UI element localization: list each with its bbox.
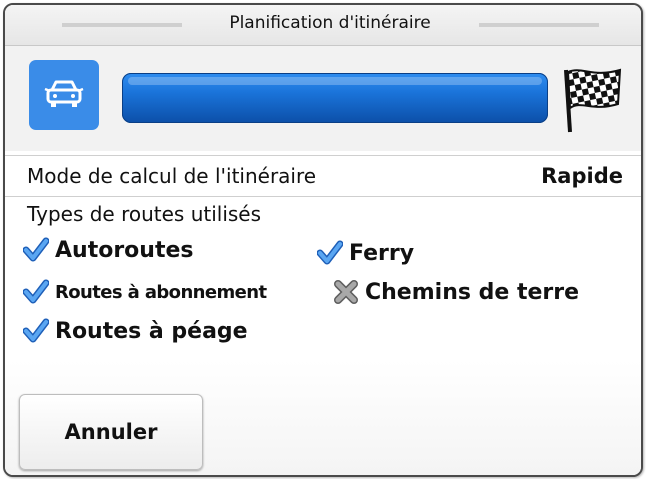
checkered-flag-icon [564, 68, 622, 133]
dialog-title: Planification d'itinéraire [229, 13, 431, 33]
cancel-button[interactable]: Annuler [19, 394, 203, 470]
vehicle-type-button[interactable] [29, 60, 99, 130]
checkmark-icon [23, 237, 49, 262]
car-icon [44, 80, 84, 107]
road-type-motorways: Autoroutes [23, 235, 193, 265]
route-mode-value: Rapide [541, 164, 623, 188]
road-type-label: Ferry [349, 240, 415, 266]
route-progress-panel [5, 46, 641, 151]
road-type-subscription-roads: Routes à abonnement [23, 277, 267, 307]
route-calculation-progress-bar [122, 73, 548, 123]
route-mode-label: Mode de calcul de l'itinéraire [27, 164, 317, 188]
road-type-label: Autoroutes [55, 237, 194, 263]
route-mode-row[interactable]: Mode de calcul de l'itinéraire Rapide [5, 155, 641, 197]
title-decoration-left [62, 23, 182, 27]
road-type-ferry: Ferry [317, 238, 414, 268]
cross-icon [334, 280, 358, 304]
checkmark-icon [317, 240, 343, 265]
road-types-label: Types de routes utilisés [27, 202, 262, 226]
title-bar: Planification d'itinéraire [5, 5, 641, 46]
road-type-label: Routes à abonnement [55, 281, 267, 303]
progress-bar-highlight [128, 77, 542, 85]
road-type-label: Chemins de terre [365, 279, 579, 305]
road-type-dirt-roads: Chemins de terre [333, 277, 579, 307]
title-decoration-right [479, 23, 599, 27]
road-type-label: Routes à péage [55, 318, 248, 344]
checkmark-icon [23, 279, 49, 304]
checkmark-icon [23, 318, 49, 343]
road-type-toll-roads: Routes à péage [23, 316, 248, 346]
route-planning-dialog: Planification d'itinéraire Mode de calcu… [3, 3, 643, 477]
